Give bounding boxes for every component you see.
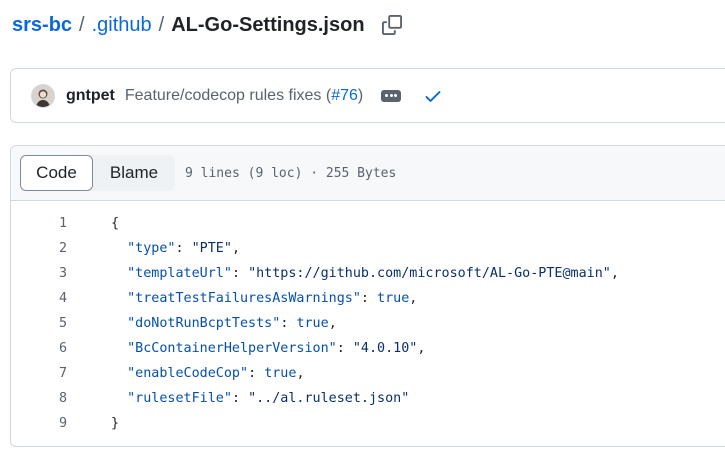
line-content: "doNotRunBcptTests": true,: [111, 316, 337, 331]
json-string: "PTE": [191, 241, 232, 256]
line-content: }: [111, 416, 119, 431]
line-content: {: [111, 216, 119, 231]
json-key: "enableCodeCop": [127, 366, 249, 381]
json-punctuation: ,: [231, 241, 240, 256]
breadcrumb-separator: /: [79, 13, 85, 36]
code-line: 9}: [11, 411, 725, 436]
line-number[interactable]: 9: [11, 416, 67, 431]
ellipsis-icon[interactable]: [381, 89, 402, 102]
json-literal: true: [296, 316, 329, 331]
line-number[interactable]: 3: [11, 266, 67, 281]
json-punctuation: ,: [409, 291, 418, 306]
json-key: "doNotRunBcptTests": [127, 316, 281, 331]
commit-message[interactable]: Feature/codecop rules fixes (#76): [125, 87, 363, 105]
json-punctuation: ,: [328, 316, 337, 331]
line-content: "type": "PTE",: [111, 241, 240, 256]
breadcrumb: srs-bc / .github / AL-Go-Settings.json: [12, 12, 403, 38]
avatar[interactable]: [31, 83, 55, 108]
line-number[interactable]: 4: [11, 291, 67, 306]
latest-commit-bar: gntpet Feature/codecop rules fixes (#76): [10, 68, 725, 123]
copy-path-button[interactable]: [381, 14, 403, 36]
commit-message-text[interactable]: Feature/codecop rules fixes (: [125, 87, 331, 104]
view-mode-toggle: Code Blame: [20, 155, 175, 191]
json-key: "templateUrl": [127, 266, 232, 281]
json-literal: true: [377, 291, 410, 306]
line-number[interactable]: 1: [11, 216, 67, 231]
file-header: Code Blame 9 lines (9 loc) · 255 Bytes: [11, 146, 725, 201]
json-punctuation: ,: [610, 266, 619, 281]
json-punctuation: }: [111, 416, 120, 431]
code-view: 1{2 "type": "PTE", 3 "templateUrl": "http…: [11, 211, 725, 436]
commit-author[interactable]: gntpet: [66, 87, 115, 105]
breadcrumb-separator: /: [158, 13, 165, 36]
code-line: 5 "doNotRunBcptTests": true,: [11, 311, 725, 336]
json-literal: true: [264, 366, 297, 381]
line-content: "enableCodeCop": true,: [111, 366, 305, 381]
file-info: 9 lines (9 loc) · 255 Bytes: [185, 165, 397, 181]
line-content: "BcContainerHelperVersion": "4.0.10",: [111, 341, 425, 356]
json-punctuation: {: [111, 216, 120, 231]
blame-tab[interactable]: Blame: [93, 155, 175, 191]
avatar-image: [32, 84, 54, 107]
json-string: "../al.ruleset.json": [248, 391, 410, 406]
code-tab[interactable]: Code: [20, 155, 93, 191]
json-punctuation: ,: [417, 341, 426, 356]
line-content: "rulesetFile": "../al.ruleset.json": [111, 391, 409, 406]
json-punctuation: :: [336, 341, 353, 356]
code-line: 7 "enableCodeCop": true,: [11, 361, 725, 386]
json-string: "4.0.10": [352, 341, 418, 356]
json-punctuation: :: [248, 366, 265, 381]
json-punctuation: :: [231, 266, 249, 281]
line-content: "treatTestFailuresAsWarnings": true,: [111, 291, 417, 306]
line-content: "templateUrl": "https://github.com/micro…: [111, 266, 619, 281]
line-number[interactable]: 2: [11, 241, 67, 256]
json-key: "BcContainerHelperVersion": [127, 341, 337, 356]
json-punctuation: ,: [296, 366, 305, 381]
code-line: 1{: [11, 211, 725, 236]
code-line: 2 "type": "PTE",: [11, 236, 725, 261]
breadcrumb-repo-link[interactable]: srs-bc: [12, 14, 72, 37]
code-line: 3 "templateUrl": "https://github.com/mic…: [11, 261, 725, 286]
pr-link[interactable]: #76: [331, 87, 358, 104]
json-punctuation: :: [175, 241, 192, 256]
json-key: "rulesetFile": [127, 391, 232, 406]
breadcrumb-filename: AL-Go-Settings.json: [171, 13, 365, 36]
code-line: 8 "rulesetFile": "../al.ruleset.json": [11, 386, 725, 411]
json-key: "treatTestFailuresAsWarnings": [127, 291, 361, 306]
json-punctuation: :: [231, 391, 249, 406]
json-punctuation: :: [360, 291, 378, 306]
code-line: 4 "treatTestFailuresAsWarnings": true,: [11, 286, 725, 311]
copy-icon: [381, 15, 402, 35]
breadcrumb-folder-link[interactable]: .github: [92, 14, 152, 37]
json-punctuation: :: [280, 316, 297, 331]
line-number[interactable]: 8: [11, 391, 67, 406]
json-string: "https://github.com/microsoft/AL-Go-PTE@…: [248, 266, 611, 281]
line-number[interactable]: 6: [11, 341, 67, 356]
json-key: "type": [127, 241, 176, 256]
commit-message-suffix: ): [357, 86, 364, 104]
code-line: 6 "BcContainerHelperVersion": "4.0.10",: [11, 336, 725, 361]
line-number[interactable]: 7: [11, 366, 67, 381]
file-viewer: Code Blame 9 lines (9 loc) · 255 Bytes 1…: [10, 145, 725, 447]
check-icon[interactable]: [423, 86, 443, 106]
line-number[interactable]: 5: [11, 316, 67, 331]
